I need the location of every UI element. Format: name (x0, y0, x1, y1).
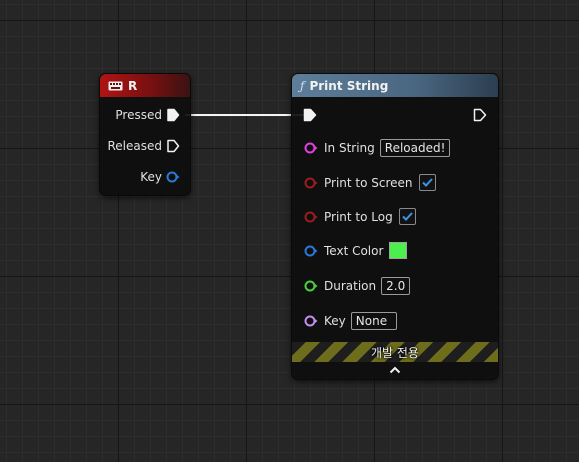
exec-out-pin-filled-icon[interactable] (166, 108, 180, 122)
key-node-title: R (128, 78, 138, 93)
chevron-up-icon[interactable] (389, 366, 401, 374)
text-color-row[interactable]: Text Color (304, 242, 408, 259)
print-string-node[interactable]: ƒ Print String In String Reloaded! Print… (291, 73, 499, 380)
checkmark-icon (421, 178, 433, 187)
duration-label: Duration (324, 279, 377, 293)
duration-row[interactable]: Duration 2.0 (304, 277, 411, 295)
development-only-label: 개발 전용 (371, 345, 419, 360)
released-label: Released (107, 139, 162, 153)
key-in-field[interactable]: None (350, 312, 397, 330)
in-string-field[interactable]: Reloaded! (379, 139, 451, 157)
struct-pin-icon[interactable] (304, 244, 318, 258)
print-to-log-row[interactable]: Print to Log (304, 208, 416, 225)
pressed-label: Pressed (115, 108, 162, 122)
exec-out-pin-icon[interactable] (166, 139, 180, 153)
print-to-screen-checkbox[interactable] (418, 174, 436, 191)
print-to-screen-label: Print to Screen (324, 175, 413, 190)
string-pin-icon[interactable] (304, 141, 318, 155)
key-in-row[interactable]: Key None (304, 312, 397, 330)
bool-pin-icon[interactable] (304, 176, 318, 190)
key-event-node[interactable]: R Pressed Released Key (99, 73, 191, 196)
float-pin-icon[interactable] (304, 279, 318, 293)
text-color-label: Text Color (324, 243, 384, 258)
name-pin-icon[interactable] (304, 314, 318, 328)
print-to-log-checkbox[interactable] (398, 208, 416, 225)
key-out-pin-row[interactable]: Key (140, 170, 180, 184)
checkmark-icon (402, 212, 413, 221)
released-pin-row[interactable]: Released (107, 139, 180, 153)
print-node-header[interactable]: ƒ Print String (292, 74, 498, 97)
collapse-toggle[interactable] (292, 362, 498, 378)
key-node-header[interactable]: R (100, 74, 190, 97)
print-to-log-label: Print to Log (324, 209, 393, 224)
duration-field[interactable]: 2.0 (381, 277, 411, 295)
exec-out-pin-icon[interactable] (473, 108, 487, 122)
bool-pin-icon[interactable] (304, 210, 318, 224)
print-to-screen-row[interactable]: Print to Screen (304, 174, 436, 191)
key-out-label: Key (140, 170, 162, 184)
development-only-banner: 개발 전용 (292, 342, 498, 362)
key-in-label: Key (324, 314, 346, 328)
struct-pin-icon[interactable] (166, 170, 180, 184)
in-string-row[interactable]: In String Reloaded! (304, 139, 451, 157)
exec-in-pin-icon[interactable] (303, 108, 317, 122)
in-string-label: In String (324, 141, 375, 155)
print-node-title: Print String (309, 78, 389, 93)
pressed-pin-row[interactable]: Pressed (115, 108, 180, 122)
function-icon: ƒ (300, 78, 305, 93)
keyboard-icon (108, 81, 123, 90)
text-color-swatch[interactable] (389, 242, 408, 259)
